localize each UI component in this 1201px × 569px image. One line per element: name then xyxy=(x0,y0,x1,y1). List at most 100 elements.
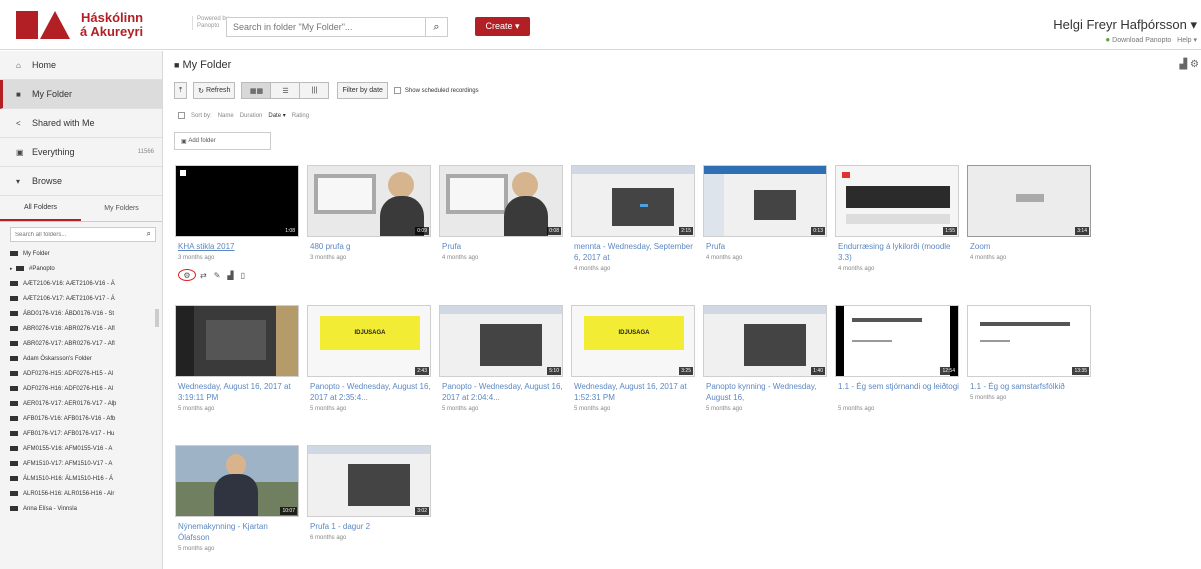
session-card[interactable]: Wednesday, August 16, 2017 at 3:19:11 PM… xyxy=(172,305,300,435)
folder-item[interactable]: My Folder xyxy=(6,246,162,261)
sort-name[interactable]: Name xyxy=(218,113,234,119)
help-menu[interactable]: Help ▾ xyxy=(1177,37,1197,44)
folder-search-input[interactable] xyxy=(11,228,131,242)
session-card[interactable]: 0:13 Prufa 4 months ago xyxy=(700,165,828,295)
session-thumbnail[interactable]: 5:10 xyxy=(439,305,563,377)
sidebar-item-everything[interactable]: ▣ Everything 11566 xyxy=(0,138,162,167)
session-title[interactable]: 1.1 - Ég sem stjórnandi og leiðtogi xyxy=(838,381,960,392)
select-all-checkbox[interactable] xyxy=(178,112,185,119)
scheduled-checkbox[interactable] xyxy=(393,87,401,94)
session-thumbnail[interactable]: 2:15 xyxy=(571,165,695,237)
stats-icon[interactable]: ▟ xyxy=(1180,59,1188,70)
session-card[interactable]: IDJUSAGA 3:25 Wednesday, August 16, 2017… xyxy=(568,305,696,435)
expand-arrow-icon[interactable]: ▸ xyxy=(10,266,14,272)
session-thumbnail[interactable] xyxy=(175,305,299,377)
session-card[interactable]: 2:15 mennta - Wednesday, September 6, 20… xyxy=(568,165,696,295)
folder-item[interactable]: ÁBD0176-V16: ÁBD0176-V16 - St xyxy=(6,306,162,321)
select-checkbox[interactable] xyxy=(180,170,186,176)
sidebar-item-home[interactable]: ⌂ Home xyxy=(0,51,162,80)
session-card[interactable]: 1:55 Endurræsing á lykilorði (moodle 3.3… xyxy=(832,165,959,295)
folder-item[interactable]: ABR0276-V16: ABR0276-V16 - Afl xyxy=(6,321,162,336)
session-title[interactable]: Prufa xyxy=(442,241,564,252)
session-card[interactable]: 3:14 Zoom 4 months ago xyxy=(964,165,1092,295)
gear-icon[interactable]: ⚙ xyxy=(1190,59,1199,70)
folder-item[interactable]: AFM0155-V16: AFM0155-V16 - A xyxy=(6,441,162,456)
search-icon[interactable]: ⌕ xyxy=(147,229,151,239)
session-title[interactable]: Zoom xyxy=(970,241,1092,252)
session-title[interactable]: Panopto - Wednesday, August 16, 2017 at … xyxy=(310,381,432,403)
session-title[interactable]: Prufa 1 - dagur 2 xyxy=(310,521,432,532)
session-card[interactable]: 10:07 Nýnemakynning - Kjartan Ólafsson 5… xyxy=(172,445,300,569)
session-thumbnail[interactable]: 1:08 xyxy=(175,165,299,237)
session-title[interactable]: Wednesday, August 16, 2017 at 1:52:31 PM xyxy=(574,381,696,403)
folder-item[interactable]: AÆT2106-V17: AÆT2106-V17 - Á xyxy=(6,291,162,306)
session-card[interactable]: 3:02 Prufa 1 - dagur 2 6 months ago xyxy=(304,445,432,569)
folder-item[interactable]: ABR0276-V17: ABR0276-V17 - Afl xyxy=(6,336,162,351)
session-card[interactable]: 5:10 Panopto - Wednesday, August 16, 201… xyxy=(436,305,563,435)
view-list-button[interactable]: ||| xyxy=(299,82,330,99)
session-thumbnail[interactable]: IDJUSAGA 3:25 xyxy=(571,305,695,377)
folder-item[interactable]: ALR0156-H16: ALR0156-H16 - Alr xyxy=(6,486,162,501)
sort-date[interactable]: Date ▾ xyxy=(268,112,285,119)
folder-item[interactable]: ▸ #Panopto xyxy=(6,261,162,276)
session-thumbnail[interactable]: 3:14 xyxy=(967,165,1091,237)
sort-duration[interactable]: Duration xyxy=(240,113,263,119)
session-thumbnail[interactable]: 0:08 xyxy=(439,165,563,237)
stats-icon[interactable]: ▟ xyxy=(227,271,233,280)
settings-gear-icon[interactable]: ⚙ xyxy=(178,269,196,281)
folder-item[interactable]: AFB0176-V17: AFB0176-V17 - Hu xyxy=(6,426,162,441)
session-thumbnail[interactable]: IDJUSAGA 2:43 xyxy=(307,305,431,377)
session-thumbnail[interactable]: 0:13 xyxy=(703,165,827,237)
add-folder-button[interactable]: ▣ Add folder xyxy=(174,132,271,150)
tab-all-folders[interactable]: All Folders xyxy=(0,196,81,221)
session-card[interactable]: 1:08 KHA stikla 2017 3 months ago ⚙ ⇄ ✎ … xyxy=(172,165,300,295)
session-card[interactable]: 1:40 Panopto kynning - Wednesday, August… xyxy=(700,305,828,435)
show-scheduled-toggle[interactable]: Show scheduled recordings xyxy=(393,87,479,94)
sidebar-item-my-folder[interactable]: ■ My Folder xyxy=(0,80,162,109)
folder-item[interactable]: AER0176-V17: AER0176-V17 - Alþ xyxy=(6,396,162,411)
filter-by-date-button[interactable]: Filter by date xyxy=(337,82,388,99)
view-thumbnails-button[interactable]: ▦▦ xyxy=(241,82,272,99)
folder-item[interactable]: Adam Óskarsson's Folder xyxy=(6,351,162,366)
session-title[interactable]: 480 prufa g xyxy=(310,241,432,252)
refresh-button[interactable]: ↻ Refresh xyxy=(193,82,236,99)
session-title[interactable]: Nýnemakynning - Kjartan Ólafsson xyxy=(178,521,300,543)
sort-rating[interactable]: Rating xyxy=(292,113,309,119)
search-button[interactable]: ⌕ xyxy=(425,18,447,36)
session-title[interactable]: Prufa xyxy=(706,241,828,252)
session-thumbnail[interactable]: 13:35 xyxy=(967,305,1091,377)
share-icon[interactable]: ⇄ xyxy=(200,271,207,280)
session-thumbnail[interactable]: 1:40 xyxy=(703,305,827,377)
session-thumbnail[interactable]: 1:55 xyxy=(835,165,959,237)
session-thumbnail[interactable]: 10:07 xyxy=(175,445,299,517)
session-card[interactable]: 12:54 1.1 - Ég sem stjórnandi og leiðtog… xyxy=(832,305,960,435)
tab-my-folders[interactable]: My Folders xyxy=(81,196,162,221)
session-title[interactable]: KHA stikla 2017 xyxy=(178,241,300,252)
session-title[interactable]: Panopto kynning - Wednesday, August 16, xyxy=(706,381,828,403)
university-logo[interactable]: Háskólinn á Akureyri xyxy=(16,8,156,42)
search-input[interactable] xyxy=(227,18,423,36)
view-details-button[interactable]: ☰ xyxy=(270,82,301,99)
folder-item[interactable]: AFB0176-V16: AFB0176-V16 - Afb xyxy=(6,411,162,426)
edit-pencil-icon[interactable]: ✎ xyxy=(214,271,221,280)
create-button[interactable]: Create ▾ xyxy=(475,17,530,36)
folder-item[interactable]: AFM1510-V17: AFM1510-V17 - A xyxy=(6,456,162,471)
session-card[interactable]: 13:35 1.1 - Ég og samstarfsfólkið 5 mont… xyxy=(964,305,1092,435)
session-title[interactable]: 1.1 - Ég og samstarfsfólkið xyxy=(970,381,1092,392)
trash-icon[interactable]: ▯ xyxy=(241,271,245,280)
folder-item[interactable]: ADF0276-H16: ADF0276-H16 - Al xyxy=(6,381,162,396)
sidebar-item-browse[interactable]: ▾ Browse xyxy=(0,167,162,196)
session-thumbnail[interactable]: 0:09 xyxy=(307,165,431,237)
session-title[interactable]: mennta - Wednesday, September 6, 2017 at xyxy=(574,241,696,263)
session-card[interactable]: 0:08 Prufa 4 months ago xyxy=(436,165,564,295)
folder-item[interactable]: ÁLM1510-H16: ÁLM1510-H16 - Á xyxy=(6,471,162,486)
folder-item[interactable]: Anna Elísa - Vinnsla xyxy=(6,501,162,516)
folder-item[interactable]: ADF0276-H15: ADF0276-H15 - Al xyxy=(6,366,162,381)
session-card[interactable]: IDJUSAGA 2:43 Panopto - Wednesday, Augus… xyxy=(304,305,432,435)
folder-list-scrollbar[interactable] xyxy=(155,309,159,327)
upload-button[interactable]: ⤒ xyxy=(174,82,188,99)
folder-item[interactable]: AÆT2106-V16: AÆT2106-V16 - Á xyxy=(6,276,162,291)
session-thumbnail[interactable]: 12:54 xyxy=(835,305,959,377)
session-title[interactable]: Wednesday, August 16, 2017 at 3:19:11 PM xyxy=(178,381,300,403)
user-menu[interactable]: Helgi Freyr Hafþórsson ▾ xyxy=(1053,17,1197,33)
